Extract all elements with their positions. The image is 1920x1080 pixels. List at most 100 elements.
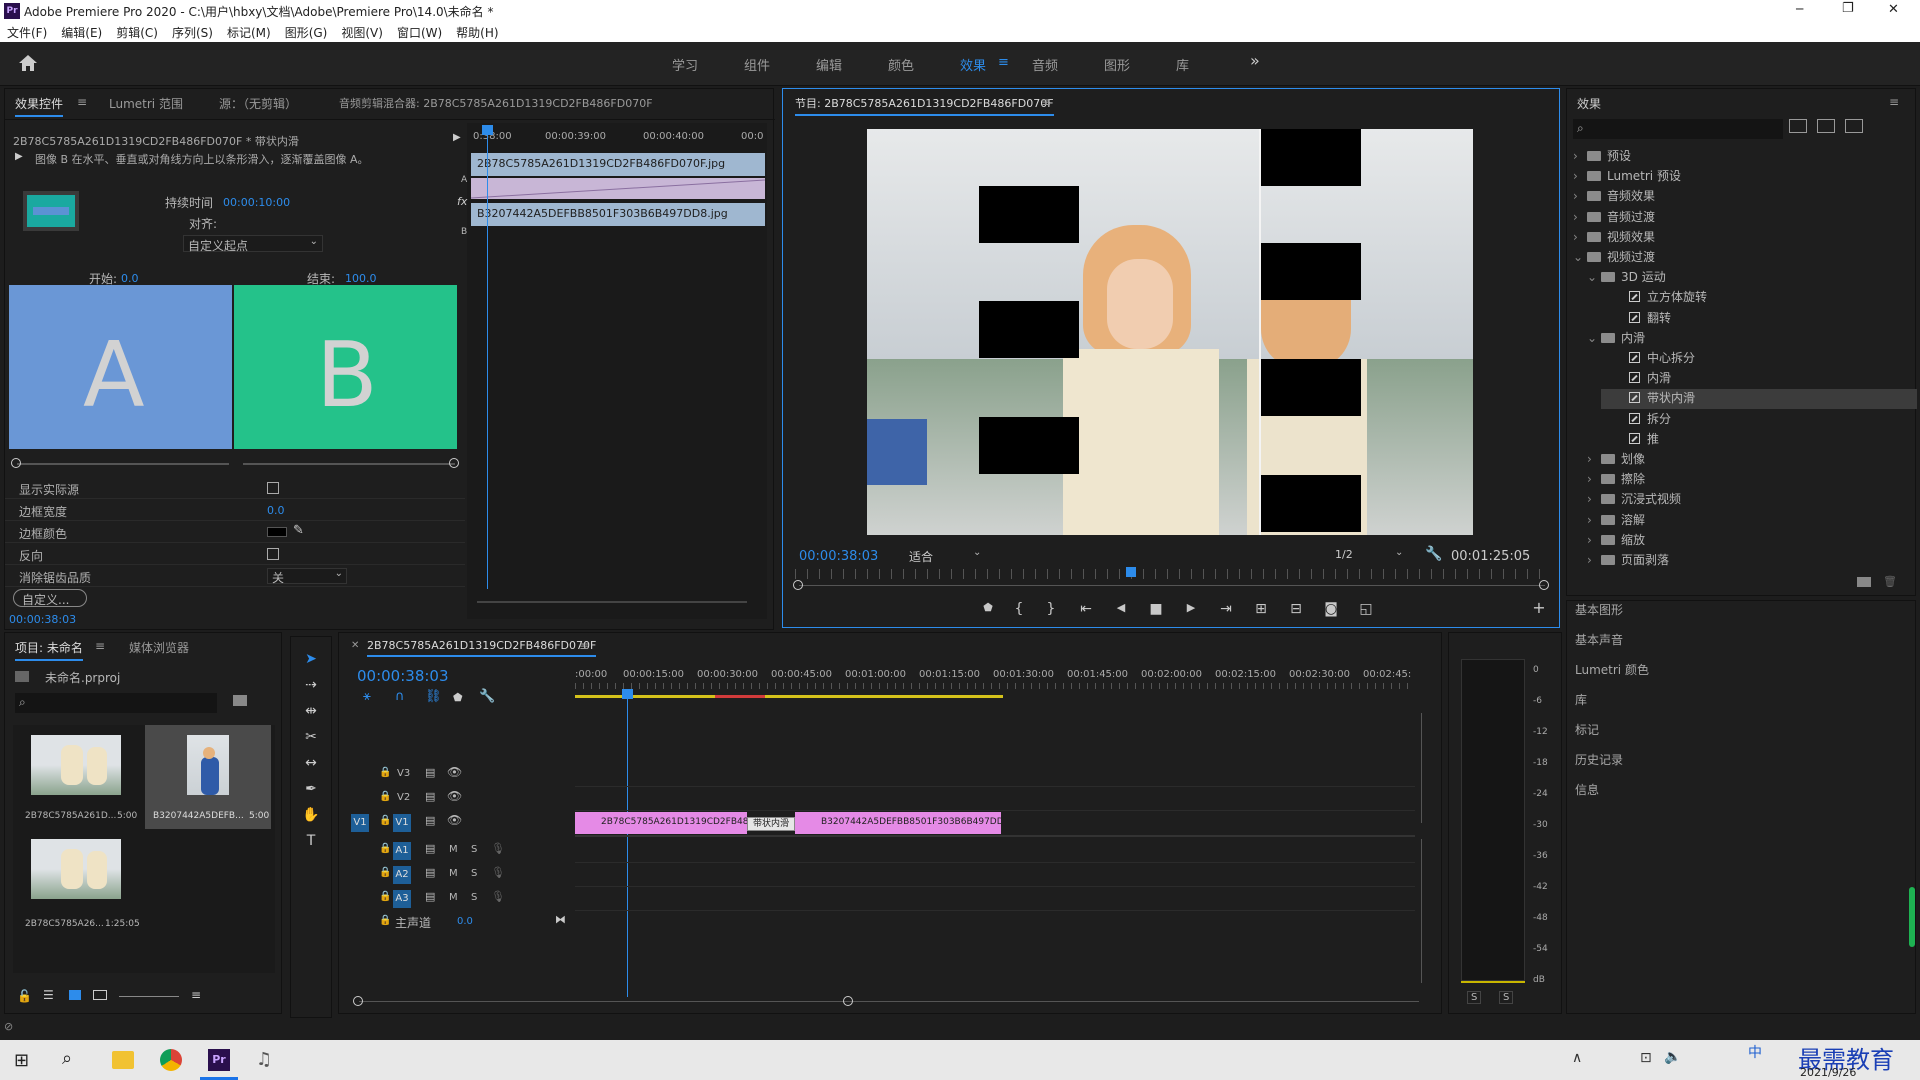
panel-info[interactable]: 信息 xyxy=(1575,781,1599,798)
chevron-icon[interactable]: › xyxy=(1587,452,1601,466)
effects-tree-item[interactable]: › 视频效果 xyxy=(1573,228,1655,248)
workspace-effects[interactable]: 效果 xyxy=(960,55,986,74)
track-select-tool-icon[interactable]: ⇢ xyxy=(299,677,323,699)
track-label-v1[interactable]: V1 xyxy=(393,814,411,832)
panel-essential-graphics[interactable]: 基本图形 xyxy=(1575,601,1623,618)
effects-tree-item[interactable]: 翻转 xyxy=(1601,309,1671,329)
tab-audio-clip-mixer[interactable]: 音频剪辑混合器: 2B78C5785A261D1319CD2FB486FD070… xyxy=(339,95,653,111)
maximize-button[interactable]: ❐ xyxy=(1842,1,1854,16)
selection-tool-icon[interactable]: ➤ xyxy=(299,651,323,673)
effects-tree-item[interactable]: 内滑 xyxy=(1601,369,1671,389)
timeline-h-scroll[interactable] xyxy=(359,1001,1419,1002)
timeline-v-scroll-audio[interactable] xyxy=(1421,839,1422,983)
mute-button[interactable]: M xyxy=(449,868,458,879)
chevron-icon[interactable]: › xyxy=(1573,149,1587,163)
overwrite-icon[interactable]: ⊟ xyxy=(1285,601,1307,617)
tab-source[interactable]: 源：（无剪辑） xyxy=(219,95,297,112)
tab-project[interactable]: 项目: 未命名 xyxy=(15,639,83,661)
effect-controls-timecode[interactable]: 00:00:38:03 xyxy=(9,613,76,626)
effects-tree-item[interactable]: 推 xyxy=(1601,430,1659,450)
program-zoom-left-handle[interactable] xyxy=(793,580,803,590)
lock-icon[interactable]: 🔒 xyxy=(379,891,391,902)
reverse-checkbox[interactable] xyxy=(267,548,279,560)
eye-icon[interactable]: 👁 xyxy=(447,789,462,803)
align-dropdown[interactable]: 自定义起点 ⌄ xyxy=(183,235,323,253)
timeline-settings-icon[interactable]: 🔧 xyxy=(479,689,495,704)
program-video-frame[interactable] xyxy=(867,129,1473,535)
mute-button[interactable]: M xyxy=(449,892,458,903)
start-slider[interactable] xyxy=(17,463,229,465)
lock-icon[interactable]: 🔓 xyxy=(17,989,32,1003)
effects-tree-item[interactable]: ⌄ 3D 运动 xyxy=(1587,268,1666,288)
ec-scroll[interactable] xyxy=(477,601,747,603)
panel-history[interactable]: 历史记录 xyxy=(1575,751,1623,768)
add-button-icon[interactable]: + xyxy=(1528,598,1550,617)
mark-in-icon[interactable]: { xyxy=(1008,601,1030,617)
delete-icon[interactable]: 🗑 xyxy=(1883,575,1897,588)
effects-tree-item[interactable]: › 沉浸式视频 xyxy=(1587,490,1681,510)
chevron-icon[interactable]: › xyxy=(1573,230,1587,244)
program-timecode[interactable]: 00:00:38:03 xyxy=(799,549,878,564)
menu-window[interactable]: 窗口(W) xyxy=(390,22,449,43)
menu-graphics[interactable]: 图形(G) xyxy=(278,22,335,43)
tab-menu-icon[interactable]: ≡ xyxy=(77,95,87,109)
snap-icon[interactable]: ∩ xyxy=(395,689,405,704)
go-to-out-icon[interactable]: ⇥ xyxy=(1215,601,1237,617)
effects-tree-item[interactable]: › 页面剥落 xyxy=(1587,551,1669,571)
play-transition-icon[interactable]: ▶ xyxy=(453,132,461,143)
insert-icon[interactable]: ⊞ xyxy=(1250,601,1272,617)
chevron-icon[interactable]: › xyxy=(1573,169,1587,183)
effects-tree-item[interactable]: › 音频过渡 xyxy=(1573,208,1655,228)
freeform-view-icon[interactable] xyxy=(93,990,107,1000)
project-item-1[interactable]: 2B78C5785A261D... 5:00 xyxy=(17,729,139,829)
workspace-menu-icon[interactable]: ≡ xyxy=(998,55,1009,70)
play-icon[interactable]: ▶ xyxy=(1180,601,1202,614)
effects-tree-item[interactable]: › 溶解 xyxy=(1587,511,1645,531)
microphone-icon[interactable]: 🎙 xyxy=(491,842,505,855)
menu-clip[interactable]: 剪辑(C) xyxy=(109,22,165,43)
lock-icon[interactable]: 🔒 xyxy=(379,843,391,854)
panel-lumetri-color[interactable]: Lumetri 颜色 xyxy=(1575,661,1649,678)
effects-tree-item[interactable]: › 缩放 xyxy=(1587,531,1645,551)
solo-button[interactable]: S xyxy=(471,868,477,879)
chevron-icon[interactable]: ⌄ xyxy=(1573,250,1587,264)
razor-tool-icon[interactable]: ✂ xyxy=(299,729,323,751)
tab-media-browser[interactable]: 媒体浏览器 xyxy=(129,639,189,656)
mark-out-icon[interactable]: } xyxy=(1040,601,1062,617)
project-menu-icon[interactable]: ≡ xyxy=(95,639,105,653)
add-marker-icon[interactable]: ⬟ xyxy=(453,691,463,704)
menu-help[interactable]: 帮助(H) xyxy=(449,22,505,43)
timeline-close-icon[interactable]: ✕ xyxy=(351,640,359,651)
accelerated-effects-icon[interactable] xyxy=(1789,119,1807,133)
panel-markers[interactable]: 标记 xyxy=(1575,721,1599,738)
program-zoom-right-handle[interactable] xyxy=(1539,580,1549,590)
end-value[interactable]: 100.0 xyxy=(345,272,377,285)
show-actual-sources-checkbox[interactable] xyxy=(267,482,279,494)
chevron-icon[interactable]: ⌄ xyxy=(1587,270,1601,284)
master-value[interactable]: 0.0 xyxy=(457,916,473,927)
sync-lock-icon[interactable]: ▤ xyxy=(425,842,435,855)
timeline-sequence-tab[interactable]: 2B78C5785A261D1319CD2FB486FD070F xyxy=(367,639,597,657)
description-toggle-icon[interactable]: ▶ xyxy=(15,151,23,162)
chevron-icon[interactable]: › xyxy=(1587,472,1601,486)
microphone-icon[interactable]: 🎙 xyxy=(491,866,505,879)
sync-lock-icon[interactable]: ▤ xyxy=(425,766,435,779)
sort-icon[interactable]: ≡ xyxy=(191,988,201,1002)
workspace-learn[interactable]: 学习 xyxy=(672,55,698,74)
effects-tree-item[interactable]: › 音频效果 xyxy=(1573,187,1655,207)
tray-chevron-icon[interactable]: ∧ xyxy=(1572,1050,1582,1066)
nest-icon[interactable]: ⚹ xyxy=(363,689,371,704)
effects-tree-item[interactable]: › 擦除 xyxy=(1587,470,1645,490)
eyedropper-icon[interactable]: ✎ xyxy=(293,523,304,538)
effects-tree-item[interactable]: ⌄ 视频过渡 xyxy=(1573,248,1655,268)
timeline-timecode[interactable]: 00:00:38:03 xyxy=(357,667,449,685)
ime-indicator[interactable]: 中 xyxy=(1748,1042,1762,1062)
lock-icon[interactable]: 🔒 xyxy=(379,915,391,926)
panel-essential-sound[interactable]: 基本声音 xyxy=(1575,631,1623,648)
start-value[interactable]: 0.0 xyxy=(121,272,139,285)
meter-solo-right[interactable]: S xyxy=(1499,991,1514,1004)
project-item-3[interactable]: 2B78C5785A26... 1:25:05 xyxy=(17,833,140,933)
effects-tree-item[interactable]: 带状内滑 xyxy=(1601,389,1917,410)
track-label-a2[interactable]: A2 xyxy=(393,866,411,884)
windows-start-icon[interactable]: ⊞ xyxy=(14,1050,29,1071)
